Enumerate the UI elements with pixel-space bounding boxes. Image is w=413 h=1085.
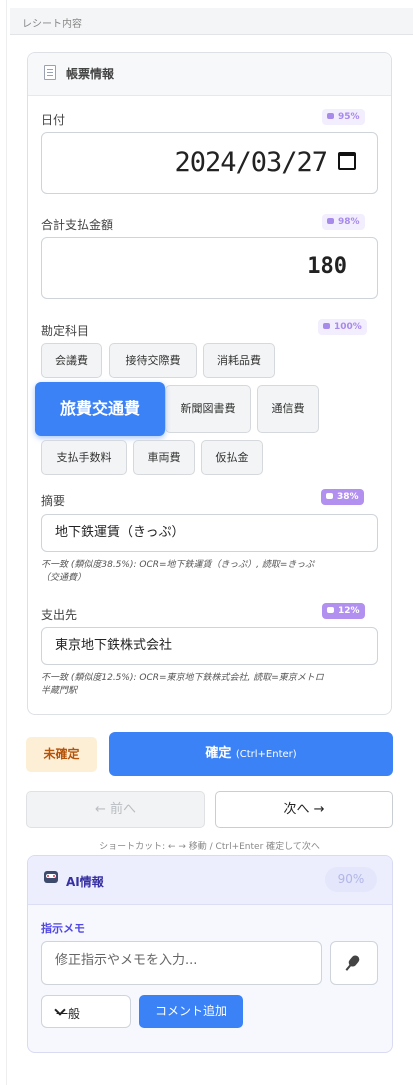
confirm-shortcut: (Ctrl+Enter) <box>235 749 297 760</box>
account-chip-fees[interactable]: 支払手数料 <box>41 440 127 475</box>
memo-input[interactable]: 修正指示やメモを入力... <box>41 941 322 985</box>
summary-note-line1: 不一致 (類似度38.5%): OCR=地下鉄運賃（きっぷ）, 読取=きっぷ <box>41 560 315 570</box>
account-confidence-badge: 100% <box>318 319 367 335</box>
confirm-button[interactable]: 確定 (Ctrl+Enter) <box>109 732 393 776</box>
amount-value: 180 <box>307 254 347 279</box>
date-label: 日付 <box>41 113 66 127</box>
category-select[interactable]: 一般 <box>41 995 131 1028</box>
payee-note-line1: 不一致 (類似度12.5%): OCR=東京地下鉄株式会社, 読取=東京メトロ <box>41 673 324 683</box>
date-value: 2024/03/27 <box>174 147 328 178</box>
robot-icon <box>327 112 334 119</box>
status-badge: 未確定 <box>26 737 97 772</box>
prev-button[interactable]: ← 前へ <box>26 791 205 828</box>
payee-confidence-text: 12% <box>338 606 360 616</box>
memo-label: 指示メモ <box>41 922 85 935</box>
robot-icon <box>327 606 334 613</box>
summary-confidence-badge: 38% <box>321 489 364 505</box>
ai-confidence-pill: 90% <box>325 867 377 892</box>
account-chip-supplies[interactable]: 消耗品費 <box>203 343 275 378</box>
left-border <box>6 0 7 1085</box>
payee-label: 支出先 <box>41 608 78 622</box>
summary-mismatch-note: 不一致 (類似度38.5%): OCR=地下鉄運賃（きっぷ）, 読取=きっぷ （… <box>41 559 314 585</box>
summary-label: 摘要 <box>41 494 66 508</box>
next-button[interactable]: 次へ → <box>215 791 393 828</box>
panel-title: レシート内容 <box>22 19 82 30</box>
robot-icon <box>326 492 333 499</box>
account-chip-travel-selected[interactable]: 旅費交通費 <box>35 382 165 436</box>
date-confidence-text: 95% <box>338 112 360 122</box>
account-chip-meeting[interactable]: 会議費 <box>41 343 102 378</box>
payee-mismatch-note: 不一致 (類似度12.5%): OCR=東京地下鉄株式会社, 読取=東京メトロ … <box>41 672 324 698</box>
payee-input[interactable]: 東京地下鉄株式会社 <box>41 627 378 665</box>
amount-label: 合計支払金額 <box>41 218 114 232</box>
memo-placeholder: 修正指示やメモを入力... <box>55 953 198 968</box>
account-chip-vehicle[interactable]: 車両費 <box>133 440 195 475</box>
summary-input[interactable]: 地下鉄運賃（きっぷ） <box>41 514 378 552</box>
confirm-label: 確定 <box>205 746 232 761</box>
shortcut-hint: ショートカット: ← → 移動 / Ctrl+Enter 確定して次へ <box>99 842 320 852</box>
amount-confidence-badge: 98% <box>322 214 365 230</box>
robot-icon <box>327 217 334 224</box>
payee-note-line2: 半蔵門駅 <box>41 686 78 696</box>
account-chip-communication[interactable]: 通信費 <box>257 385 319 433</box>
document-icon <box>44 65 56 80</box>
summary-note-line2: （交通費） <box>41 573 87 583</box>
amount-confidence-text: 98% <box>338 217 360 227</box>
summary-confidence-text: 38% <box>337 492 359 502</box>
robot-icon <box>44 871 58 883</box>
panel-header: レシート内容 <box>10 8 413 35</box>
amount-input[interactable]: 180 <box>41 237 378 299</box>
account-label: 勘定科目 <box>41 324 90 338</box>
form-card-title: 帳票情報 <box>66 67 115 81</box>
account-chip-suspense[interactable]: 仮払金 <box>201 440 263 475</box>
ai-panel-title: AI情報 <box>66 875 104 889</box>
date-confidence-badge: 95% <box>322 109 365 125</box>
add-comment-button[interactable]: コメント追加 <box>139 995 243 1028</box>
account-chip-books[interactable]: 新聞図書費 <box>165 385 251 433</box>
mic-button[interactable] <box>330 941 378 985</box>
microphone-icon <box>347 953 361 969</box>
robot-icon <box>323 322 330 329</box>
account-confidence-text: 100% <box>334 322 362 332</box>
payee-confidence-badge: 12% <box>322 603 365 619</box>
account-chip-entertainment[interactable]: 接待交際費 <box>109 343 197 378</box>
calendar-icon[interactable] <box>338 152 356 170</box>
date-input[interactable]: 2024/03/27 <box>41 132 378 194</box>
